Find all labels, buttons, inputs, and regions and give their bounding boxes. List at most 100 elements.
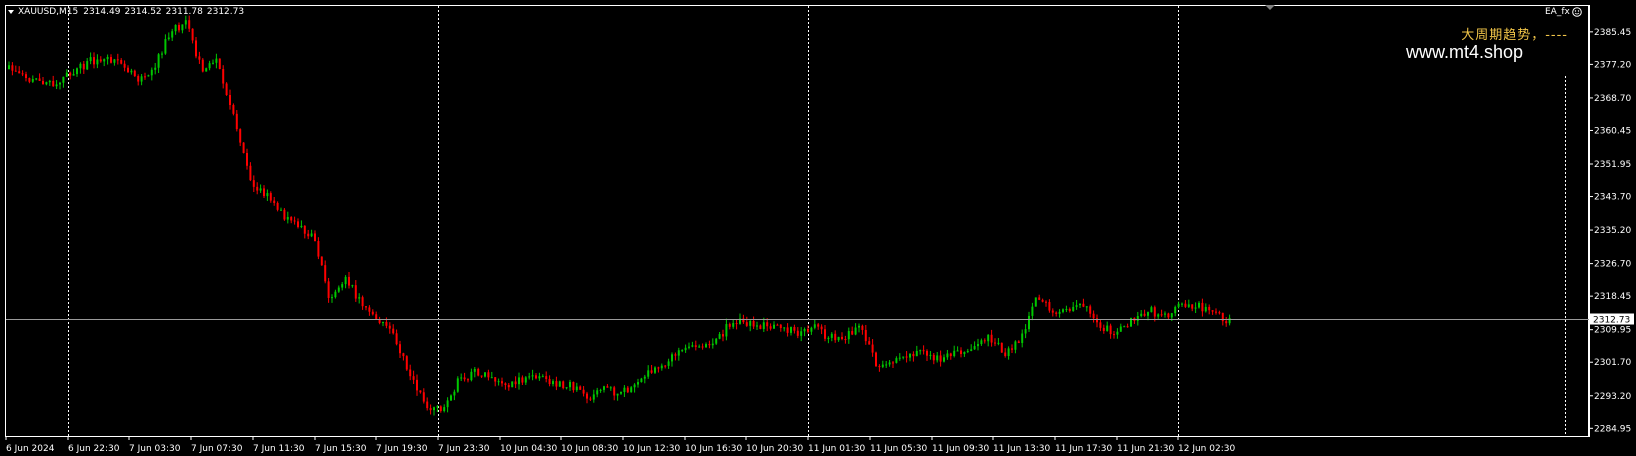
candle-body bbox=[1228, 317, 1231, 324]
candle-body bbox=[123, 63, 126, 68]
candle-body bbox=[375, 314, 378, 320]
candle-body bbox=[603, 386, 605, 390]
candle-body bbox=[824, 329, 826, 339]
candle-body bbox=[786, 327, 789, 333]
candle-body bbox=[902, 356, 905, 358]
candle-body bbox=[966, 350, 969, 352]
candle-body bbox=[300, 225, 303, 228]
candle-body bbox=[45, 82, 48, 85]
smiley-icon[interactable] bbox=[1572, 7, 1582, 17]
candle-body bbox=[249, 165, 252, 181]
candle-body bbox=[851, 331, 854, 335]
candle-body bbox=[266, 193, 269, 197]
candle-body bbox=[331, 297, 333, 299]
candle-body bbox=[538, 376, 541, 379]
candle-body bbox=[875, 352, 877, 367]
candle-body bbox=[419, 390, 422, 393]
candle-body bbox=[1204, 306, 1207, 312]
candle-body bbox=[14, 70, 17, 72]
candle-body bbox=[1062, 309, 1064, 312]
price-tick-label: 2293.20 bbox=[1594, 392, 1631, 402]
candle-body bbox=[290, 217, 293, 221]
candle-body bbox=[582, 389, 585, 394]
candle-body bbox=[1021, 333, 1024, 343]
expert-advisor-label[interactable]: EA_fx bbox=[1545, 7, 1570, 17]
price-tick-label: 2326.70 bbox=[1594, 260, 1631, 270]
candle-body bbox=[674, 354, 677, 356]
candle-body bbox=[1211, 310, 1214, 312]
candle-body bbox=[463, 377, 466, 380]
candle-body bbox=[827, 337, 830, 339]
candle-body bbox=[1208, 306, 1211, 311]
candle-body bbox=[201, 59, 204, 72]
candle-body bbox=[348, 276, 350, 286]
candle-body bbox=[752, 320, 755, 327]
candle-body bbox=[596, 390, 599, 395]
candle-body bbox=[854, 327, 857, 335]
candle-body bbox=[820, 326, 823, 330]
candle-body bbox=[225, 83, 228, 96]
candle-body bbox=[120, 60, 123, 64]
candle-body bbox=[1048, 302, 1051, 311]
candle-body bbox=[1034, 297, 1037, 307]
candle-body bbox=[181, 24, 184, 31]
candle-body bbox=[324, 265, 327, 282]
candle-body bbox=[467, 379, 469, 381]
candle-body bbox=[246, 152, 248, 166]
candle-body bbox=[837, 336, 840, 341]
candle-body bbox=[297, 221, 299, 228]
candle-body bbox=[647, 370, 650, 377]
time-tick-label: 10 Jun 12:30 bbox=[623, 444, 680, 454]
candle-body bbox=[307, 233, 310, 237]
candle-body bbox=[973, 346, 976, 350]
current-price-label: 2312.73 bbox=[1593, 316, 1630, 326]
candle-body bbox=[293, 220, 296, 222]
candle-body bbox=[800, 331, 803, 336]
candle-body bbox=[286, 217, 289, 220]
candle-body bbox=[188, 20, 191, 29]
candle-body bbox=[1055, 312, 1058, 314]
price-tick-label: 2284.95 bbox=[1594, 424, 1631, 434]
candle-body bbox=[79, 63, 82, 69]
candle-body bbox=[412, 376, 415, 380]
candle-body bbox=[453, 391, 456, 396]
candle-body bbox=[385, 321, 388, 326]
candle-body bbox=[256, 186, 259, 191]
candle-body bbox=[759, 325, 762, 329]
candle-body bbox=[310, 233, 313, 237]
candle-body bbox=[905, 356, 908, 358]
candle-body bbox=[1004, 352, 1007, 356]
price-tick-label: 2385.45 bbox=[1594, 28, 1631, 38]
candle-body bbox=[946, 353, 949, 358]
candle-body bbox=[548, 379, 551, 385]
candle-body bbox=[18, 71, 21, 74]
candle-body bbox=[1038, 297, 1041, 300]
candle-body bbox=[616, 393, 619, 396]
candle-body bbox=[844, 339, 847, 341]
candle-body bbox=[939, 355, 942, 362]
candle-body bbox=[572, 381, 575, 391]
time-tick-label: 7 Jun 03:30 bbox=[129, 444, 181, 454]
candle-body bbox=[956, 350, 959, 352]
candle-body bbox=[426, 401, 429, 409]
candle-body bbox=[565, 387, 568, 389]
candle-body bbox=[191, 28, 194, 41]
triangle-down-icon[interactable] bbox=[8, 10, 14, 14]
candle-body bbox=[575, 386, 578, 391]
candle-body bbox=[276, 202, 279, 210]
candle-body bbox=[1068, 308, 1071, 311]
candle-body bbox=[1218, 312, 1221, 314]
candle-body bbox=[157, 54, 160, 68]
candle-body bbox=[1024, 329, 1027, 334]
candle-body bbox=[25, 74, 27, 79]
candle-body bbox=[443, 407, 446, 411]
candle-body bbox=[252, 180, 255, 187]
watermark-text: www.mt4.shop bbox=[1406, 42, 1524, 62]
candle-body bbox=[1051, 310, 1054, 313]
price-chart[interactable]: 2385.45 2377.20 2368.70 2360.45 2351.95 2343.… bbox=[0, 0, 1636, 456]
candle-body bbox=[1082, 303, 1085, 307]
candle-body bbox=[1075, 305, 1078, 307]
price-tick-label: 2377.20 bbox=[1594, 60, 1631, 70]
candle-body bbox=[395, 333, 398, 345]
candle-body bbox=[960, 350, 962, 355]
